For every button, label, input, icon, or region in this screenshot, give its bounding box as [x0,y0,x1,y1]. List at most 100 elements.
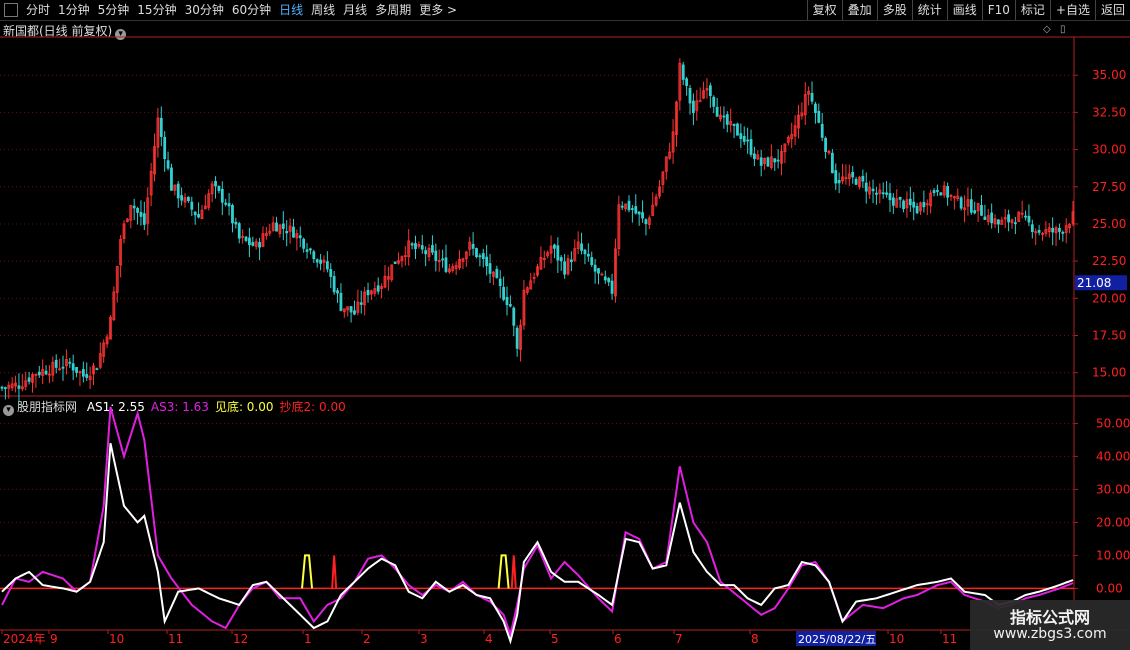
candle-body [149,170,153,196]
candle-body [58,368,62,371]
toolbar-button-4[interactable]: 画线 [946,0,982,20]
candle-body [797,114,800,129]
price-tick-label: 32.50 [1092,105,1126,119]
candle-body [614,248,617,297]
candle-body [98,353,102,368]
candle-body [366,289,370,296]
candle-body [929,192,933,207]
candle-body [393,261,397,264]
candle-body [224,202,228,205]
candle-body [183,197,187,203]
candle-body [559,257,563,262]
candle-body [1044,229,1048,234]
diamond-icon[interactable]: ◇ [1043,24,1051,35]
candle-body [315,259,319,263]
candle-body [309,248,312,251]
candle-body [410,243,414,246]
candle-body [298,235,302,239]
candle-body [92,365,95,375]
candle-body [48,373,51,376]
candle-body [1071,211,1075,224]
period-tab-1[interactable]: 1分钟 [54,0,94,20]
candle-body [827,150,831,154]
candle-body [837,180,841,184]
toolbar-button-0[interactable]: 复权 [806,0,842,20]
candle-body [122,223,126,239]
jiandi-signal [301,554,314,589]
candle-body [522,289,526,326]
candle-body [237,223,241,239]
toolbar-button-1[interactable]: 叠加 [841,0,877,20]
candle-body [790,134,794,140]
candle-body [498,278,502,287]
candle-body [1064,225,1068,233]
candle-body [627,200,631,211]
candle-body [946,186,949,198]
period-tab-5[interactable]: 60分钟 [228,0,275,20]
candle-body [420,245,424,250]
period-tab-7[interactable]: 周线 [307,0,339,20]
period-tab-9[interactable]: 多周期 [371,0,415,20]
time-tick-label: 2 [363,632,371,646]
time-tick-label: 1 [304,632,312,646]
candle-body [885,192,888,195]
candle-body [356,301,360,313]
price-tick-label: 27.50 [1092,180,1126,194]
period-tab-3[interactable]: 15分钟 [133,0,180,20]
candle-body [1010,219,1014,224]
candle-body [478,255,482,258]
candle-body [695,100,699,111]
candle-body [515,327,519,349]
candle-body [349,306,353,313]
indicator-value-3: 抄底2: 0.00 [279,400,346,414]
toolbar-button-2[interactable]: 多股 [876,0,912,20]
period-tab-10[interactable]: 更多 > [415,0,461,20]
candle-body [651,204,655,216]
toolbar-button-5[interactable]: F10 [981,0,1015,20]
toolbar-button-3[interactable]: 统计 [911,0,947,20]
candle-body [129,204,133,221]
candle-body [471,243,475,249]
period-tab-4[interactable]: 30分钟 [181,0,228,20]
candle-body [698,100,702,103]
toolbar-button-8[interactable]: 返回 [1094,0,1130,20]
candle-body [7,384,11,389]
candle-body [119,238,123,266]
chevron-down-icon[interactable]: ▾ [3,405,14,416]
candle-body [942,185,946,196]
candle-body [668,151,672,159]
time-tick-label: 9 [50,632,58,646]
candle-body [193,211,197,216]
candle-body [759,157,763,166]
candle-body [339,292,343,311]
toolbar-button-6[interactable]: 标记 [1014,0,1050,20]
candle-body [312,251,316,260]
chevron-down-icon[interactable]: ▾ [115,29,127,40]
toolbar-button-7[interactable]: +自选 [1049,0,1095,20]
candle-body [969,199,973,213]
candle-body [241,236,245,238]
candle-body [963,207,966,210]
candle-body [248,237,251,246]
period-tab-2[interactable]: 5分钟 [94,0,134,20]
period-tab-0[interactable]: 分时 [22,0,54,20]
candle-body [661,171,665,185]
candle-body [583,249,587,255]
candle-body [275,222,278,232]
candle-body [85,374,89,378]
indicator-tick-label: 50.00 [1096,416,1130,430]
period-tab-6[interactable]: 日线 [275,0,307,20]
candle-body [139,212,143,217]
candle-body [786,136,790,143]
candle-body [292,226,295,238]
candle-body [1041,232,1044,235]
candle-body [251,242,255,246]
panel-toggle-icon[interactable] [4,3,18,17]
candle-body [753,153,756,160]
panel-icon[interactable]: ▯ [1060,24,1066,35]
candle-body [380,286,383,289]
candle-body [10,383,14,389]
period-tab-8[interactable]: 月线 [339,0,371,20]
candle-body [569,259,573,263]
candle-body [519,324,522,350]
